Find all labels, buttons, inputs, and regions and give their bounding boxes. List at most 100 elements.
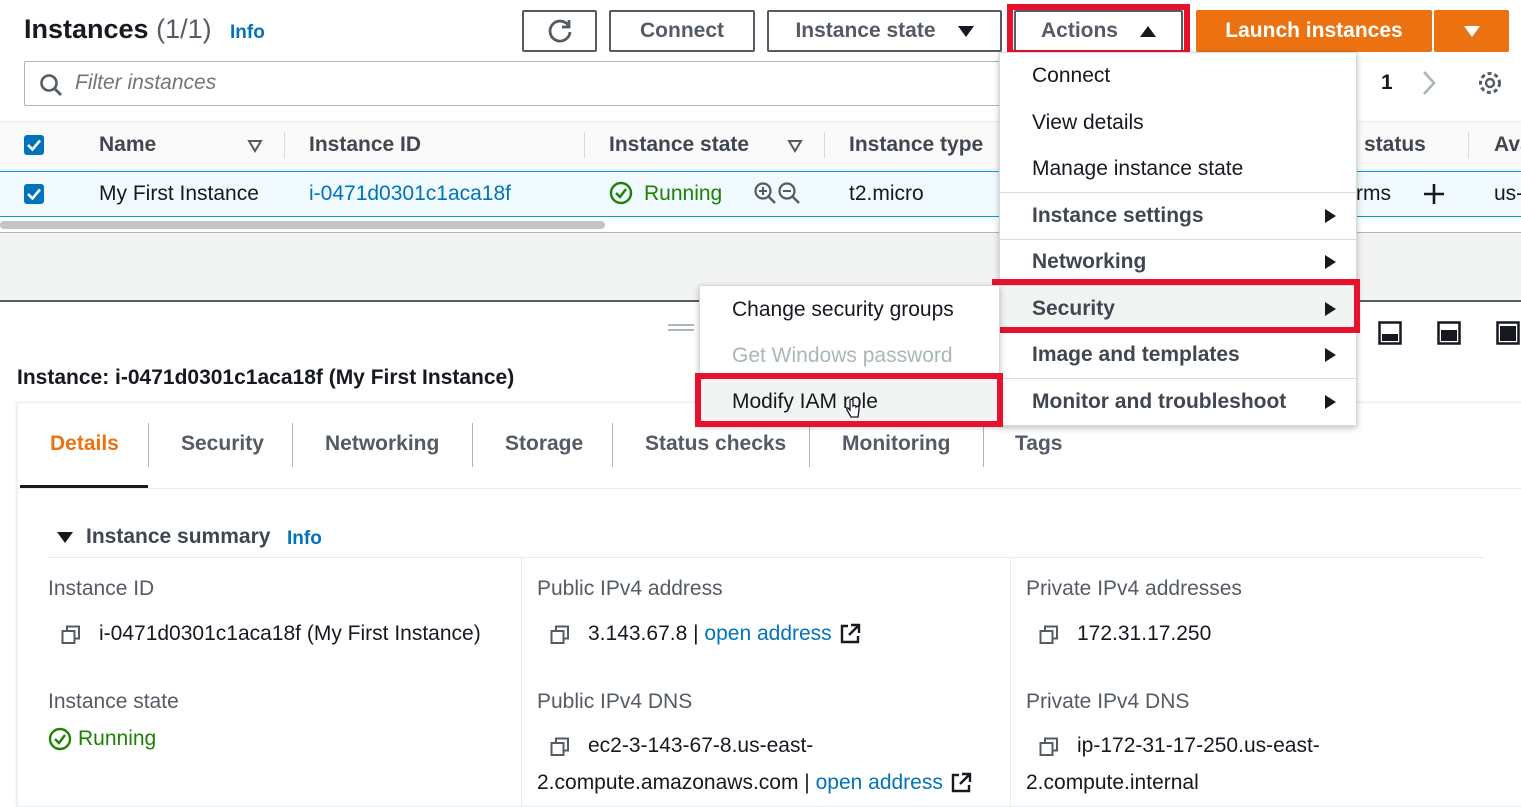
chevron-right-icon[interactable] (1421, 70, 1437, 96)
menu-item-label: Monitor and troubleshoot (1032, 390, 1287, 413)
submenu-item-change-security-groups[interactable]: Change security groups (700, 287, 999, 333)
tab-monitoring[interactable]: Monitoring (842, 432, 950, 456)
public-dns-line1: ec2-3-143-67-8.us-east- (588, 734, 814, 757)
tab-separator (472, 423, 473, 467)
tab-status-checks[interactable]: Status checks (645, 432, 786, 456)
row-checkbox[interactable] (24, 184, 44, 204)
zoom-in-icon[interactable] (753, 181, 777, 205)
instance-state-dropdown[interactable]: Instance state (767, 10, 1002, 52)
launch-instances-label: Launch instances (1225, 19, 1403, 42)
tab-separator (292, 423, 293, 467)
public-ipv4-value: 3.143.67.8 | open address (588, 622, 832, 646)
column-header-instance-state[interactable]: Instance state (609, 133, 749, 157)
private-dns-line2: 2.compute.internal (1026, 771, 1199, 794)
sort-icon[interactable] (787, 139, 803, 153)
menu-item-label: Networking (1032, 250, 1147, 273)
submenu-arrow-icon (1325, 348, 1336, 362)
panel-split-icon[interactable] (1437, 321, 1461, 345)
zoom-out-icon[interactable] (777, 181, 801, 205)
caret-up-icon (1140, 25, 1156, 37)
column-header-instance-id[interactable]: Instance ID (309, 133, 421, 157)
copy-icon[interactable] (550, 625, 570, 645)
add-alarm-icon[interactable] (1422, 182, 1446, 206)
copy-icon[interactable] (61, 625, 81, 645)
tab-tags[interactable]: Tags (1015, 432, 1062, 456)
menu-item-monitor-and-troubleshoot[interactable]: Monitor and troubleshoot (1000, 379, 1356, 425)
connect-button[interactable]: Connect (609, 10, 755, 52)
submenu-arrow-icon (1325, 302, 1336, 316)
menu-item-label: Instance settings (1032, 204, 1204, 227)
page-title-text: Instances (24, 14, 149, 44)
submenu-item-get-windows-password: Get Windows password (700, 333, 999, 379)
select-all-checkbox[interactable] (24, 135, 44, 155)
tab-security[interactable]: Security (181, 432, 264, 456)
instance-id-value: i-0471d0301c1aca18f (My First Instance) (99, 622, 481, 645)
refresh-button[interactable] (522, 10, 597, 52)
menu-item-view-details[interactable]: View details (1000, 100, 1356, 146)
external-link-icon[interactable] (839, 623, 861, 645)
copy-icon[interactable] (1039, 625, 1059, 645)
column-header-instance-type[interactable]: Instance type (849, 133, 983, 157)
panel-bottom-icon[interactable] (1378, 321, 1402, 345)
tabs-bottom-border (18, 488, 1521, 489)
summary-title[interactable]: Instance summary (86, 525, 270, 549)
column-header-az[interactable]: Ava (1494, 133, 1521, 157)
launch-dropdown-button[interactable] (1434, 10, 1509, 52)
menu-item-label: Manage instance state (1032, 157, 1244, 180)
tab-separator (612, 423, 613, 467)
submenu-arrow-icon (1325, 395, 1336, 409)
tab-storage[interactable]: Storage (505, 432, 583, 456)
private-dns-label: Private IPv4 DNS (1026, 690, 1190, 713)
instance-state-value: Running (78, 727, 157, 750)
row-name: My First Instance (99, 182, 259, 205)
menu-item-security[interactable]: Security (1000, 286, 1356, 332)
search-input[interactable] (75, 68, 975, 98)
page-number[interactable]: 1 (1381, 71, 1393, 95)
drag-handle-icon[interactable] (668, 324, 694, 331)
tab-separator (983, 423, 984, 467)
actions-label: Actions (1040, 19, 1118, 42)
row-instance-id-link[interactable]: i-0471d0301c1aca18f (309, 182, 511, 206)
summary-info-link[interactable]: Info (287, 528, 322, 550)
caret-down-icon (957, 25, 974, 37)
column-divider (284, 132, 285, 158)
column-header-status[interactable]: status (1364, 133, 1426, 157)
menu-item-instance-settings[interactable]: Instance settings (1000, 193, 1356, 239)
copy-icon[interactable] (550, 737, 570, 757)
horizontal-scrollbar[interactable] (0, 221, 605, 229)
summary-divider (48, 557, 1485, 558)
info-link[interactable]: Info (230, 22, 265, 44)
tab-networking[interactable]: Networking (325, 432, 439, 456)
instance-id-label: Instance ID (48, 577, 155, 600)
menu-item-image-and-templates[interactable]: Image and templates (1000, 332, 1356, 378)
actions-menu: Connect View details Manage instance sta… (999, 52, 1357, 426)
menu-item-networking[interactable]: Networking (1000, 239, 1356, 285)
tab-details[interactable]: Details (50, 432, 119, 456)
column-divider (1468, 132, 1469, 158)
hand-cursor-icon (846, 398, 860, 418)
launch-instances-button[interactable]: Launch instances (1196, 10, 1432, 52)
instance-state-label: Instance state (48, 690, 179, 713)
open-address-link[interactable]: open address (704, 622, 831, 645)
copy-icon[interactable] (1039, 737, 1059, 757)
detail-title: Instance: i-0471d0301c1aca18f (My First … (17, 366, 515, 389)
summary-toggle-icon[interactable] (57, 532, 73, 543)
submenu-arrow-icon (1325, 255, 1336, 269)
menu-item-label: Connect (1032, 64, 1111, 87)
running-check-icon (48, 727, 72, 751)
panel-full-icon[interactable] (1496, 321, 1520, 345)
running-check-icon (609, 181, 633, 205)
sort-icon[interactable] (247, 139, 263, 153)
column-header-name[interactable]: Name (99, 133, 156, 157)
menu-item-connect[interactable]: Connect (1000, 53, 1356, 99)
caret-down-icon (1463, 25, 1480, 37)
search-box[interactable] (24, 61, 1004, 106)
actions-dropdown[interactable]: Actions (1014, 10, 1183, 52)
tab-separator (809, 423, 810, 467)
refresh-icon (548, 19, 571, 43)
menu-item-manage-instance-state[interactable]: Manage instance state (1000, 146, 1356, 192)
gear-icon[interactable] (1477, 70, 1503, 96)
menu-item-label: View details (1032, 111, 1144, 134)
open-address-link[interactable]: open address (816, 771, 943, 794)
external-link-icon[interactable] (950, 772, 972, 794)
